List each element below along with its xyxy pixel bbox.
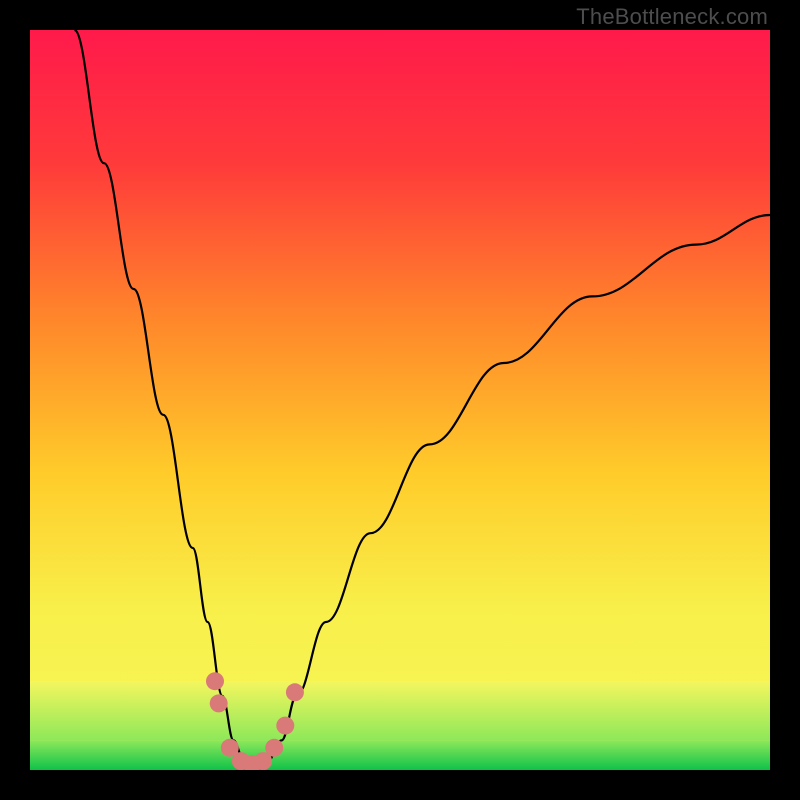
marker-dot: [276, 717, 294, 735]
watermark-text: TheBottleneck.com: [576, 4, 768, 30]
marker-dot: [265, 739, 283, 757]
color-bands: [30, 681, 770, 770]
plot-area: [30, 30, 770, 770]
marker-dot: [206, 672, 224, 690]
marker-dot: [210, 694, 228, 712]
gradient-background: [30, 30, 770, 770]
bottleneck-chart: [30, 30, 770, 770]
chart-frame: TheBottleneck.com: [0, 0, 800, 800]
marker-dot: [286, 683, 304, 701]
